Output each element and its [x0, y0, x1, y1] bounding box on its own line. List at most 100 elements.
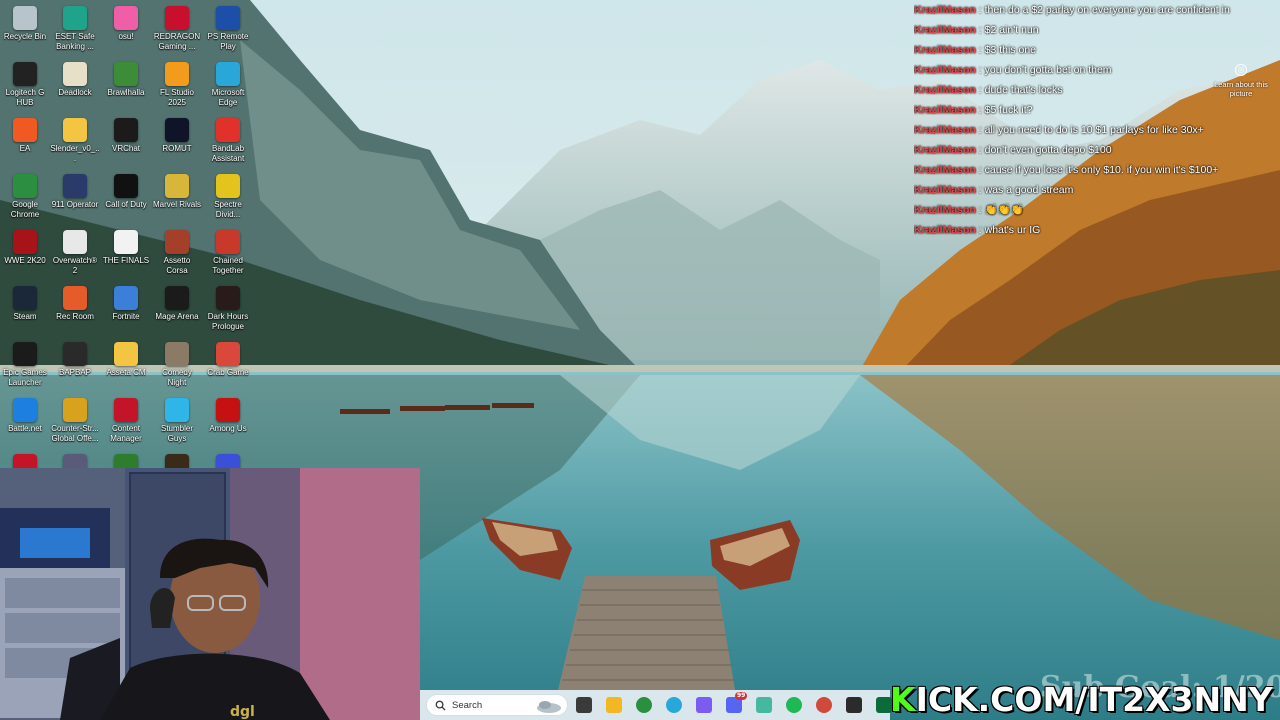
desktop-icon-label: REDRAGON Gaming ...: [153, 32, 201, 51]
learn-about-picture-button[interactable]: ◎ Learn about this picture: [1212, 64, 1270, 98]
desktop-icon[interactable]: Epic Games Launcher: [0, 338, 50, 388]
mage-arena-icon: [165, 286, 189, 310]
spotify-icon[interactable]: [786, 697, 802, 713]
chat-message: KrazilMason : $2 ain't nun: [914, 22, 1280, 42]
chat-separator: :: [978, 184, 982, 196]
desktop-icon-label: Chained Together: [212, 256, 244, 275]
discord-icon[interactable]: 99: [726, 692, 748, 713]
dark-hours-icon: [216, 286, 240, 310]
desktop-icon[interactable]: EA: [0, 114, 50, 154]
desktop-icon[interactable]: Battle.net: [0, 394, 50, 434]
desktop-icon-label: FL Studio 2025: [160, 88, 194, 107]
desktop-icon[interactable]: 911 Operator: [50, 170, 100, 210]
among-us-icon: [216, 398, 240, 422]
chrome-icon[interactable]: [636, 697, 652, 713]
desktop-icon-label: BAPBAP: [58, 368, 91, 377]
chat-message-text: 👏👏👏: [984, 204, 1024, 216]
folder-icon: [63, 118, 87, 142]
assetto-corsa-icon: [165, 230, 189, 254]
desktop-icon[interactable]: Among Us: [203, 394, 253, 434]
chat-message-text: what's ur IG: [984, 224, 1041, 236]
desktop-icon-label: Overwatch® 2: [52, 256, 98, 275]
chat-username: KrazilMason: [914, 144, 976, 156]
chat-separator: :: [978, 64, 982, 76]
desktop-icon[interactable]: Brawlhalla: [101, 58, 151, 98]
desktop-icon[interactable]: Fortnite: [101, 282, 151, 322]
chat-message: KrazilMason : all you need to do is 10 $…: [914, 122, 1280, 142]
notification-badge: 99: [735, 692, 748, 700]
desktop-icon[interactable]: VRChat: [101, 114, 151, 154]
eset-icon: [63, 6, 87, 30]
kick-channel-overlay: KICK.COM/IT2X3NNY: [890, 680, 1280, 720]
desktop-icon[interactable]: Overwatch® 2: [50, 226, 100, 276]
taskbar-search[interactable]: Search: [426, 694, 568, 716]
desktop-icon[interactable]: Marvel Rivals: [152, 170, 202, 210]
desktop-icon[interactable]: Assetto Corsa: [152, 226, 202, 276]
chat-message: KrazilMason : don't even gotta depo $100: [914, 142, 1280, 162]
chat-username: KrazilMason: [914, 124, 976, 136]
webcam-feed: dgl: [0, 468, 420, 720]
chat-message: KrazilMason : then do a $2 parlay on eve…: [914, 2, 1280, 22]
desktop-icon[interactable]: Google Chrome: [0, 170, 50, 220]
desktop-icon[interactable]: Comedy Night: [152, 338, 202, 388]
desktop-icon[interactable]: Steam: [0, 282, 50, 322]
desktop-icon-label: ROMUT: [162, 144, 192, 153]
desktop-icon[interactable]: REDRAGON Gaming ...: [152, 2, 202, 52]
desktop-icon[interactable]: Chained Together: [203, 226, 253, 276]
desktop-icon[interactable]: Content Manager: [101, 394, 151, 444]
chat-username: KrazilMason: [914, 104, 976, 116]
desktop-icon[interactable]: Logitech G HUB: [0, 58, 50, 108]
desktop-icon[interactable]: Crab Game: [203, 338, 253, 378]
911-operator-icon: [63, 174, 87, 198]
desktop-icon[interactable]: Slender_v0_...: [50, 114, 100, 164]
desktop-icon[interactable]: Asseta CM: [101, 338, 151, 378]
chat-message-text: $3 this one: [984, 44, 1036, 56]
desktop-icon-label: Deadlock: [58, 88, 92, 97]
chat-message-text: was a good stream: [984, 184, 1074, 196]
chat-message-text: $5 fuck it?: [984, 104, 1033, 116]
learn-about-picture-label: Learn about this picture: [1214, 80, 1268, 98]
desktop-icon[interactable]: Counter-Str... Global Offe...: [50, 394, 100, 444]
desktop-icon[interactable]: Dark Hours Prologue: [203, 282, 253, 332]
steam-icon: [13, 286, 37, 310]
fortnite-icon: [114, 286, 138, 310]
desktop-icon[interactable]: Recycle Bin: [0, 2, 50, 42]
desktop-icon[interactable]: ESET Safe Banking ...: [50, 2, 100, 52]
copilot-icon[interactable]: [696, 697, 712, 713]
desktop-icon[interactable]: osu!: [101, 2, 151, 42]
desktop-icon[interactable]: FL Studio 2025: [152, 58, 202, 108]
chat-message: KrazilMason : was a good stream: [914, 182, 1280, 202]
kick-logo-letter: K: [890, 680, 916, 719]
desktop-icon[interactable]: PS Remote Play: [203, 2, 253, 52]
desktop-icon[interactable]: ROMUT: [152, 114, 202, 154]
desktop-icon[interactable]: Microsoft Edge: [203, 58, 253, 108]
chat-message: KrazilMason : cause if you lose it's onl…: [914, 162, 1280, 182]
marvel-rivals-icon: [165, 174, 189, 198]
task-view-icon[interactable]: [576, 697, 592, 713]
desktop-icon-label: Marvel Rivals: [152, 200, 201, 209]
desktop-icon[interactable]: Deadlock: [50, 58, 100, 98]
desktop-icon[interactable]: THE FINALS: [101, 226, 151, 266]
desktop-icon[interactable]: Spectre Divid...: [203, 170, 253, 220]
desktop-icon[interactable]: Stumbler Guys: [152, 394, 202, 444]
edge-icon[interactable]: [666, 697, 682, 713]
desktop-icon-label: Google Chrome: [10, 200, 40, 219]
ps-remote-play-icon: [216, 6, 240, 30]
obs-icon[interactable]: [846, 697, 862, 713]
chat-message-text: all you need to do is 10 $1 parlays for …: [984, 124, 1204, 136]
desktop-icon[interactable]: Call of Duty: [101, 170, 151, 210]
desktop-icon[interactable]: Mage Arena: [152, 282, 202, 322]
chat-username: KrazilMason: [914, 4, 976, 16]
desktop-icon[interactable]: BAPBAP: [50, 338, 100, 378]
file-explorer-icon[interactable]: [606, 697, 622, 713]
chrome-profile-icon[interactable]: [816, 697, 832, 713]
edge-icon: [216, 62, 240, 86]
desktop-icon[interactable]: Rec Room: [50, 282, 100, 322]
spectre-icon: [216, 174, 240, 198]
app-icon[interactable]: [756, 697, 772, 713]
desktop-icon-label: Battle.net: [8, 424, 42, 433]
chat-separator: :: [978, 144, 982, 156]
desktop-icon[interactable]: WWE 2K20: [0, 226, 50, 266]
desktop-icon[interactable]: BandLab Assistant: [203, 114, 253, 164]
chat-separator: :: [978, 164, 982, 176]
